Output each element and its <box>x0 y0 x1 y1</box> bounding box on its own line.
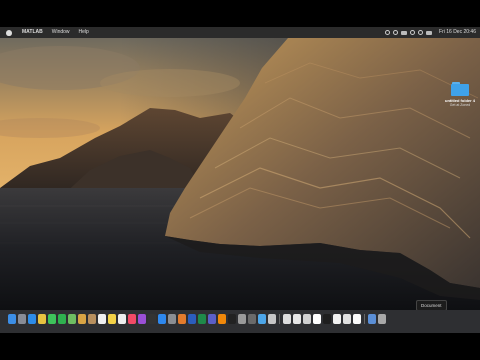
menu-clock[interactable]: Fri 16 Dec 20:46 <box>439 27 476 38</box>
screenshot-icon[interactable] <box>268 314 276 324</box>
menu-app-matlab[interactable]: MATLAB <box>22 27 43 38</box>
desktop-wallpaper: untitled folder 4 Get at Zoned <box>0 38 480 310</box>
contacts-icon[interactable] <box>88 314 96 324</box>
folder-subtitle: Get at Zoned <box>449 103 471 107</box>
window-thumb-6-icon[interactable] <box>333 314 341 324</box>
launchpad-icon[interactable] <box>18 314 26 324</box>
vlc-icon[interactable] <box>218 314 226 324</box>
window-thumb-5-icon[interactable] <box>323 314 331 324</box>
chrome-icon[interactable] <box>38 314 46 324</box>
help-icon[interactable] <box>248 314 256 324</box>
menu-window[interactable]: Window <box>52 27 70 38</box>
matlab-icon[interactable] <box>178 314 186 324</box>
safari-icon[interactable] <box>28 314 36 324</box>
excel-icon[interactable] <box>198 314 206 324</box>
dock-separator <box>279 314 280 324</box>
preview-icon[interactable] <box>258 314 266 324</box>
window-thumb-1-icon[interactable] <box>283 314 291 324</box>
menu-help[interactable]: Help <box>79 27 89 38</box>
desktop-folder[interactable]: untitled folder 4 Get at Zoned <box>444 82 476 107</box>
top-black-border <box>0 0 480 27</box>
spotlight-icon[interactable] <box>418 30 424 35</box>
finder-icon[interactable] <box>8 314 16 324</box>
terminal-icon[interactable] <box>228 314 236 324</box>
apple-menu-icon[interactable] <box>6 29 12 36</box>
window-thumb-3-icon[interactable] <box>303 314 311 324</box>
downloads-icon[interactable] <box>368 314 376 324</box>
control-center-icon[interactable] <box>426 30 433 35</box>
window-thumb-7-icon[interactable] <box>343 314 351 324</box>
battery-icon[interactable] <box>401 30 408 35</box>
podcasts-icon[interactable] <box>138 314 146 324</box>
wifi-icon[interactable] <box>410 30 416 35</box>
photos-icon[interactable] <box>78 314 86 324</box>
app-store-icon[interactable] <box>158 314 166 324</box>
window-thumb-4-icon[interactable] <box>313 314 321 324</box>
notes-icon[interactable] <box>108 314 116 324</box>
music-icon[interactable] <box>128 314 136 324</box>
dock <box>8 314 386 324</box>
status-area: Fri 16 Dec 20:46 <box>385 27 476 38</box>
messages-icon[interactable] <box>48 314 56 324</box>
reminders-icon[interactable] <box>118 314 126 324</box>
window-thumb-2-icon[interactable] <box>293 314 301 324</box>
bottom-black-border <box>0 333 480 360</box>
disk-utility-icon[interactable] <box>238 314 246 324</box>
wallpaper-catalina-image <box>0 38 480 310</box>
screen: MATLAB Window Help Fri 16 Dec 20:46 unti… <box>0 0 480 360</box>
system-preferences-icon[interactable] <box>168 314 176 324</box>
calendar-icon[interactable] <box>98 314 106 324</box>
window-thumb-8-icon[interactable] <box>353 314 361 324</box>
teams-icon[interactable] <box>208 314 216 324</box>
dock-separator <box>364 314 365 324</box>
status-record-icon[interactable] <box>393 30 399 35</box>
menu-bar: MATLAB Window Help Fri 16 Dec 20:46 <box>0 27 480 38</box>
folder-icon[interactable] <box>451 82 469 96</box>
maps-icon[interactable] <box>68 314 76 324</box>
facetime-icon[interactable] <box>58 314 66 324</box>
tv-icon[interactable] <box>148 314 156 324</box>
word-icon[interactable] <box>188 314 196 324</box>
status-extra-icon[interactable] <box>385 30 391 35</box>
trash-icon[interactable] <box>378 314 386 324</box>
